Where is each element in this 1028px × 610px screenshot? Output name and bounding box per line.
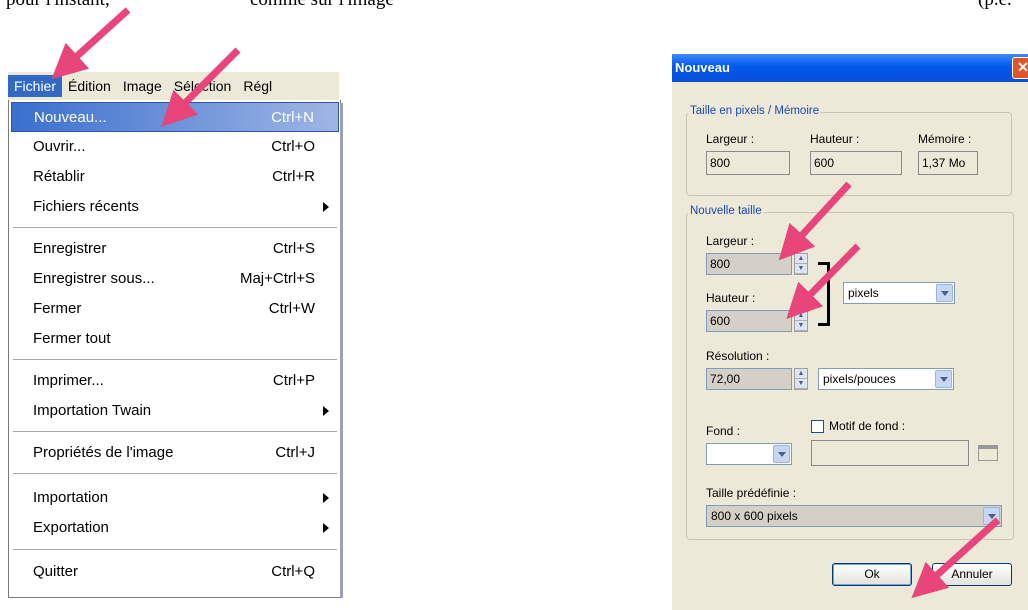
menu-item-quitter[interactable]: Quitter Ctrl+Q [11,557,339,587]
chevron-down-icon[interactable] [935,370,952,388]
menu-item-enregistrer[interactable]: Enregistrer Ctrl+S [11,234,339,264]
submenu-arrow-icon [323,493,329,503]
new-width-label: Largeur : [706,234,755,248]
preset-size-select[interactable]: 800 x 600 pixels [706,505,1002,527]
menu-item-nouveau[interactable]: Nouveau... Ctrl+N [11,102,339,132]
cancel-button[interactable]: Annuler [932,563,1012,586]
menu-item-enregistrer-sous[interactable]: Enregistrer sous... Maj+Ctrl+S [11,264,339,294]
width-spinner[interactable]: ▲ ▼ [794,253,808,275]
ok-button[interactable]: Ok [832,563,912,586]
menu-item-exportation[interactable]: Exportation [11,513,339,543]
menu-reglages[interactable]: Régl [237,75,278,97]
caption-fragment: comme sur l'image [250,0,394,11]
menu-separator [13,473,337,474]
dialog-title: Nouveau [675,60,730,75]
menu-separator [13,359,337,360]
link-bracket [818,262,830,326]
memory-readonly-field: 1,37 Mo [918,151,978,175]
pattern-field [811,440,969,466]
new-image-dialog: Nouveau ✕ Taille en pixels / Mémoire Lar… [672,54,1028,610]
submenu-arrow-icon [323,406,329,416]
menu-separator [13,227,337,228]
menu-item-label: Importation Twain [33,402,152,419]
menu-item-label: Imprimer... [33,372,104,389]
menu-item-label: Quitter [33,563,79,580]
chevron-down-icon[interactable] [936,284,953,302]
width-readonly-field: 800 [706,151,790,175]
menu-item-imprimer[interactable]: Imprimer... Ctrl+P [11,366,339,396]
menu-item-shortcut: Ctrl+N [271,109,314,126]
menu-item-label: Nouveau... [34,109,107,126]
menu-item-label: Fermer [33,300,82,317]
new-height-label: Hauteur : [706,291,756,305]
caption-fragment: pour l'instant, [6,0,110,11]
menu-item-shortcut: Maj+Ctrl+S [239,270,315,287]
menu-item-shortcut: Ctrl+Q [271,563,315,580]
dialog-titlebar[interactable]: Nouveau ✕ [672,54,1028,82]
submenu-arrow-icon [323,202,329,212]
menu-item-label: Enregistrer [33,240,107,257]
menu-selection[interactable]: Sélection [168,75,238,97]
menu-image[interactable]: Image [117,75,168,97]
height-input[interactable]: 600 [706,310,792,332]
menu-item-retablir[interactable]: Rétablir Ctrl+R [11,162,339,192]
resolution-input[interactable]: 72,00 [706,368,792,390]
chevron-down-icon[interactable] [983,507,1000,525]
menu-item-label: Rétablir [33,168,85,185]
menu-item-label: Propriétés de l'image [33,444,174,461]
menu-item-shortcut: Ctrl+W [268,300,315,317]
submenu-arrow-icon [323,523,329,533]
menu-item-label: Ouvrir... [33,138,86,155]
menu-fichier[interactable]: Fichier [8,75,63,97]
menu-edition[interactable]: Édition [62,75,117,97]
menu-item-label: Exportation [33,519,109,536]
background-label: Fond : [706,424,741,438]
top-caption-text: pour l'instant, comme sur l'image (p.e. [0,0,1028,11]
menu-item-shortcut: Ctrl+O [271,138,315,155]
menu-item-importation[interactable]: Importation [11,483,339,513]
height-readonly-field: 600 [810,151,902,175]
background-color-select[interactable] [706,443,792,465]
menu-item-shortcut: Ctrl+S [272,240,315,257]
folder-icon[interactable] [978,445,998,461]
resolution-unit-select[interactable]: pixels/pouces [818,368,954,390]
arrow-to-fichier [51,7,131,80]
group-title: Nouvelle taille [688,205,764,217]
close-icon[interactable]: ✕ [1012,57,1028,79]
chevron-down-icon[interactable] [773,445,790,463]
menu-item-label: Importation [33,489,109,506]
menu-separator [13,431,337,432]
resolution-spinner[interactable]: ▲ ▼ [794,368,808,390]
menu-item-fermer-tout[interactable]: Fermer tout [11,324,339,354]
pattern-checkbox[interactable] [811,420,824,433]
menu-bar: Fichier Édition Image Sélection Régl [8,72,339,100]
menu-item-fermer[interactable]: Fermer Ctrl+W [11,294,339,324]
width-label: Largeur : [706,132,755,146]
menu-item-ouvrir[interactable]: Ouvrir... Ctrl+O [11,132,339,162]
caption-fragment: (p.e. [978,0,1012,11]
group-title: Taille en pixels / Mémoire [688,105,822,117]
menu-separator [13,549,337,550]
resolution-label: Résolution : [706,349,770,363]
unit-select[interactable]: pixels [843,282,955,304]
preset-size-value: 800 x 600 pixels [711,509,798,523]
width-input[interactable]: 800 [706,253,792,275]
preset-label: Taille prédéfinie : [706,486,797,500]
pattern-label: Motif de fond : [829,419,906,433]
menu-item-shortcut: Ctrl+P [272,372,315,389]
menu-item-shortcut: Ctrl+J [275,444,315,461]
height-label: Hauteur : [810,132,860,146]
resolution-unit-value: pixels/pouces [823,372,896,386]
menu-item-importation-twain[interactable]: Importation Twain [11,396,339,426]
menu-item-label: Fermer tout [33,330,111,347]
file-menu-dropdown: Nouveau... Ctrl+N Ouvrir... Ctrl+O Rétab… [8,100,343,598]
memory-label: Mémoire : [918,132,972,146]
menu-item-label: Fichiers récents [33,198,139,215]
unit-select-value: pixels [848,286,879,300]
menu-item-shortcut: Ctrl+R [272,168,315,185]
menu-item-proprietes-image[interactable]: Propriétés de l'image Ctrl+J [11,438,339,468]
menu-item-fichiers-recents[interactable]: Fichiers récents [11,192,339,222]
height-spinner[interactable]: ▲ ▼ [794,310,808,332]
menu-item-label: Enregistrer sous... [33,270,155,287]
